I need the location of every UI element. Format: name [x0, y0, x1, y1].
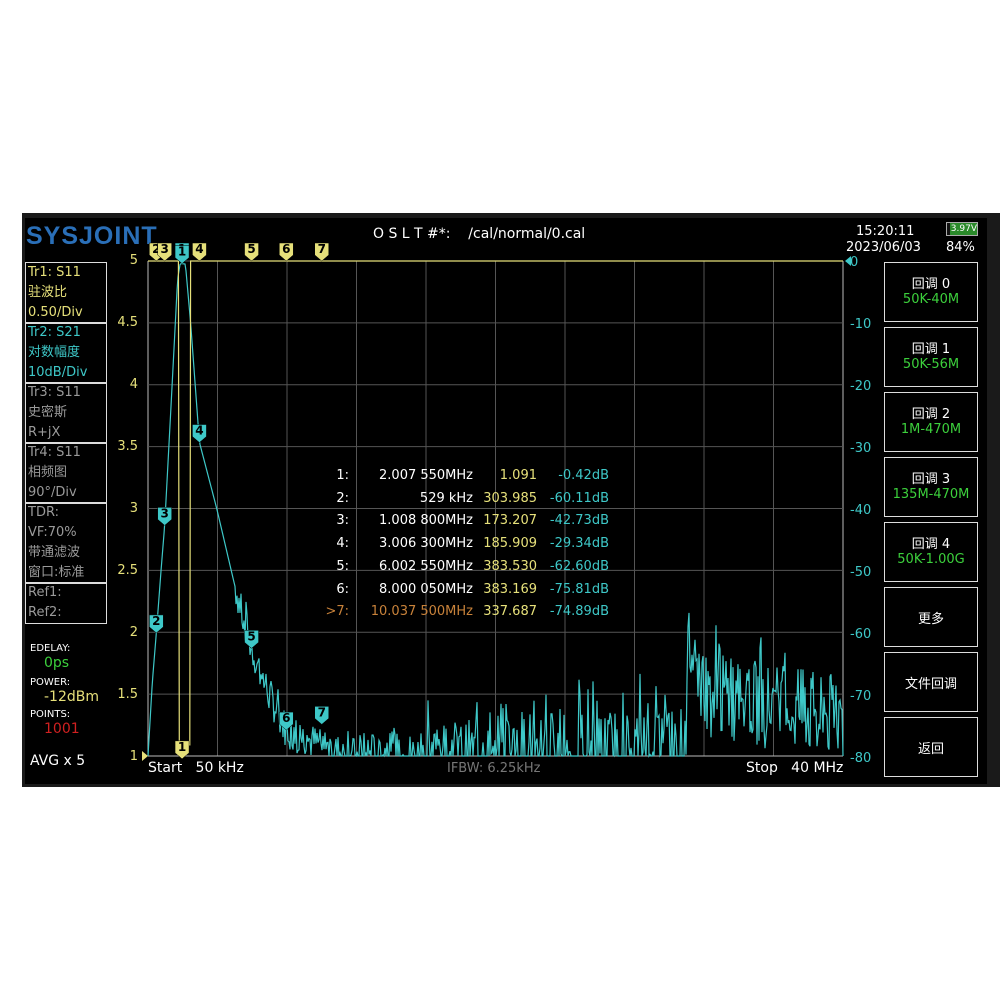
- marker-id: 3:: [336, 513, 349, 529]
- left-axis-tick: 1: [129, 749, 138, 764]
- marker-swr: 173.207: [483, 513, 537, 529]
- right-axis-tick: -10: [850, 317, 872, 332]
- marker-id: 5:: [336, 558, 349, 574]
- left-axis-tick: 2.5: [117, 563, 138, 578]
- marker-frequency: 529 kHz: [419, 490, 473, 506]
- marker-row[interactable]: 5: 6.002 550MHz 383.530 -62.60dB: [307, 557, 611, 578]
- marker-frequency: 1.008 800MHz: [379, 513, 473, 529]
- marker-frequency: 2.007 550MHz: [379, 468, 473, 483]
- marker-row[interactable]: 1: 2.007 550MHz 1.091 -0.42dB: [307, 466, 611, 487]
- top-marker-flag-label: 7: [318, 242, 326, 256]
- ifbw-value[interactable]: IFBW: 6.25kHz: [447, 761, 540, 776]
- s21-marker-flag-label: 3: [161, 506, 169, 520]
- marker-s21: -75.81dB: [549, 581, 609, 597]
- marker-swr: 1.091: [499, 468, 537, 483]
- marker-frequency: 3.006 300MHz: [379, 536, 473, 552]
- left-axis-tick: 3.5: [117, 439, 138, 454]
- marker-s21: -60.11dB: [549, 490, 609, 506]
- left-axis-tick: 5: [129, 253, 138, 268]
- marker-s21: -0.42dB: [558, 468, 609, 483]
- right-axis-tick: -60: [850, 627, 872, 642]
- right-axis-tick: 0: [850, 255, 859, 270]
- marker-s21: -42.73dB: [549, 513, 609, 529]
- marker-frequency: 6.002 550MHz: [379, 558, 473, 574]
- s21-marker-flag-label: 4: [195, 424, 203, 438]
- marker-swr: 337.687: [483, 604, 537, 620]
- right-axis-tick: -70: [850, 689, 872, 704]
- left-axis-tick: 2: [129, 625, 138, 640]
- s21-marker-flag-label: 5: [247, 629, 255, 643]
- right-axis-tick: -20: [850, 379, 872, 394]
- top-marker-flag-label: 3: [161, 242, 169, 256]
- left-axis-tick: 3: [129, 501, 138, 516]
- marker-id: 6:: [336, 581, 349, 597]
- top-marker-flag-label: 4: [195, 242, 203, 256]
- left-axis-tick: 1.5: [117, 687, 138, 702]
- s21-marker-flag-label: 6: [282, 711, 290, 725]
- marker-id: 2:: [336, 490, 349, 506]
- left-axis-tick: 4.5: [117, 315, 138, 330]
- marker-frequency: 10.037 500MHz: [370, 604, 473, 620]
- marker-row[interactable]: 6: 8.000 050MHz 383.169 -75.81dB: [307, 580, 611, 601]
- marker-row[interactable]: 2: 529 kHz 303.985 -60.11dB: [307, 489, 611, 510]
- top-marker-flag-label: 5: [247, 242, 255, 256]
- marker-row[interactable]: 3: 1.008 800MHz 173.207 -42.73dB: [307, 511, 611, 532]
- marker-s21: -74.89dB: [549, 604, 609, 620]
- right-axis-tick: -50: [850, 565, 872, 580]
- right-axis-tick: -30: [850, 441, 872, 456]
- marker-s21: -62.60dB: [549, 558, 609, 574]
- marker-id: >7:: [325, 604, 349, 620]
- marker-id: 1:: [336, 468, 349, 483]
- right-axis-tick: -80: [850, 751, 872, 766]
- s21-marker-flag-label: 1: [178, 245, 186, 259]
- marker-id: 4:: [336, 536, 349, 552]
- left-axis-tick: 4: [129, 377, 138, 392]
- start-frequency[interactable]: Start 50 kHz: [148, 760, 244, 776]
- marker-frequency: 8.000 050MHz: [379, 581, 473, 597]
- marker-swr: 303.985: [483, 490, 537, 506]
- right-axis-tick: -40: [850, 503, 872, 518]
- stop-frequency[interactable]: Stop 40 MHz: [746, 760, 843, 776]
- marker-swr: 185.909: [483, 536, 537, 552]
- marker-table: 1: 2.007 550MHz 1.091 -0.42dB 2: 529 kHz 303.9…: [305, 464, 613, 625]
- marker-s21: -29.34dB: [549, 536, 609, 552]
- marker-row[interactable]: 4: 3.006 300MHz 185.909 -29.34dB: [307, 534, 611, 555]
- swr-marker-flag-label: 1: [178, 740, 186, 754]
- marker-swr: 383.530: [483, 558, 537, 574]
- s21-marker-flag-label: 2: [152, 614, 160, 628]
- top-marker-flag-label: 6: [282, 242, 290, 256]
- s21-marker-flag-label: 7: [318, 705, 326, 719]
- marker-swr: 383.169: [483, 581, 537, 597]
- marker-row[interactable]: >7: 10.037 500MHz 337.687 -74.89dB: [307, 602, 611, 623]
